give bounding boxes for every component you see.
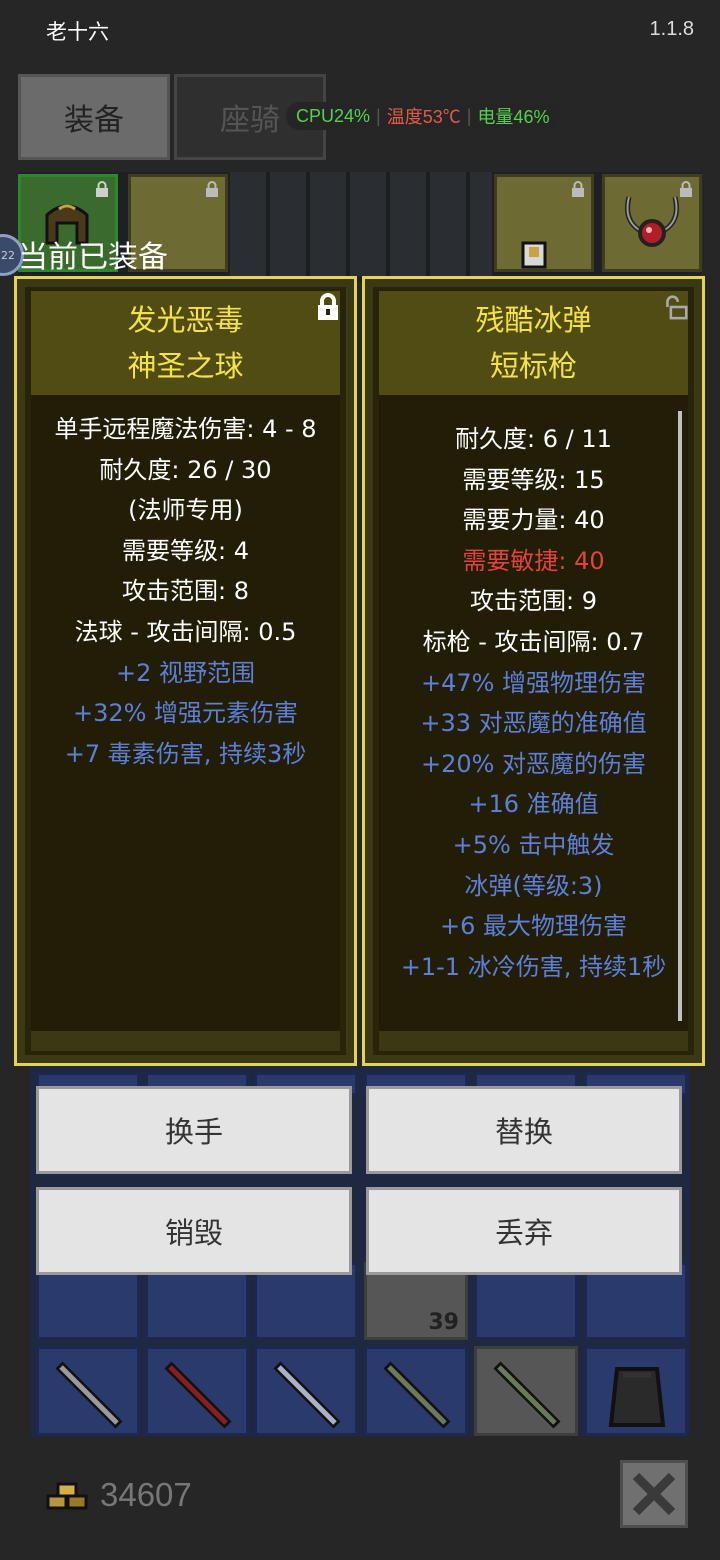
weapon-icon	[608, 1367, 666, 1427]
stat-line: +32% 增强元素伤害	[72, 699, 299, 728]
unlock-icon[interactable]	[664, 293, 688, 321]
close-icon	[632, 1472, 676, 1516]
stat-line: +7 毒素伤害, 持续3秒	[64, 739, 307, 768]
weapon-icon	[273, 1361, 341, 1429]
gold-amount: 34607	[100, 1476, 192, 1513]
stat-line: 冰弹(等级:3)	[464, 871, 603, 900]
card-footer	[379, 1031, 688, 1051]
stat-line: 耐久度: 26 / 30	[99, 455, 272, 484]
tab-equipment[interactable]: 装备	[18, 74, 170, 160]
equipment-slot-amulet[interactable]	[602, 174, 702, 272]
card-footer	[31, 1031, 340, 1051]
performance-overlay: CPU24% | 温度53℃ | 电量46%	[286, 102, 560, 130]
close-button[interactable]	[620, 1460, 688, 1528]
lock-icon	[206, 181, 218, 197]
item-name-line1: 残酷冰弹	[475, 303, 592, 337]
inventory-slot[interactable]	[36, 1346, 140, 1436]
stat-line: 攻击范围: 9	[470, 587, 597, 616]
separator: |	[466, 105, 472, 126]
item-name: 残酷冰弹 短标枪	[379, 291, 688, 395]
stat-line: +1-1 冰冷伤害, 持续1秒	[400, 952, 667, 981]
stat-line: +47% 增强物理伤害	[420, 668, 647, 697]
weapon-icon	[493, 1361, 561, 1429]
stat-line: 需要力量: 40	[462, 506, 605, 535]
stat-line: +2 视野范围	[115, 658, 255, 687]
stat-line: 标枪 - 攻击间隔: 0.7	[422, 627, 645, 656]
item-stats: 单手远程魔法伤害: 4 - 8 耐久度: 26 / 30 (法师专用) 需要等级: 4…	[31, 395, 340, 1033]
swap-hand-button[interactable]: 换手	[36, 1086, 352, 1174]
potion-icon	[521, 241, 547, 269]
gold-coins-icon	[46, 1482, 88, 1510]
app-version: 1.1.8	[649, 18, 694, 40]
selected-item-card: 残酷冰弹 短标枪 耐久度: 6 / 11 需要等级: 15 需要力量: 40 需要敏捷…	[362, 276, 705, 1066]
stat-line: +16 准确值	[468, 790, 599, 819]
inventory-slot[interactable]	[474, 1346, 578, 1436]
stat-line: +5% 击中触发	[452, 830, 615, 859]
inventory-slot[interactable]	[145, 1346, 249, 1436]
battery-level: 电量46%	[477, 107, 550, 127]
item-name-line2: 神圣之球	[127, 349, 244, 383]
stat-line: +6 最大物理伤害	[439, 912, 627, 941]
item-name-line1: 发光恶毒	[127, 303, 244, 337]
amulet-icon	[625, 196, 679, 247]
lock-icon	[572, 181, 584, 197]
separator: |	[376, 105, 381, 126]
item-name: 发光恶毒 神圣之球	[31, 291, 340, 395]
lock-icon	[96, 181, 108, 197]
equipped-label: 当前已装备	[18, 240, 168, 275]
stat-line: 需要敏捷: 40	[462, 546, 605, 575]
weapon-icon	[164, 1361, 232, 1429]
inventory-slot[interactable]	[584, 1346, 688, 1436]
equipment-slot-offhand[interactable]	[494, 174, 594, 272]
weapon-icon	[55, 1361, 123, 1429]
status-carrier: 老十六	[46, 20, 109, 44]
stat-line: 攻击范围: 8	[122, 577, 249, 606]
weapon-icon	[383, 1361, 451, 1429]
stat-line: 需要等级: 15	[462, 465, 605, 494]
discard-button[interactable]: 丢弃	[366, 1187, 682, 1275]
item-stats: 耐久度: 6 / 11 需要等级: 15 需要力量: 40 需要敏捷: 40 攻击范围:…	[379, 395, 688, 1033]
stat-line: +33 对恶魔的准确值	[420, 709, 647, 738]
item-name-line2: 短标枪	[489, 349, 577, 383]
cpu-usage: CPU24%	[296, 105, 371, 126]
inventory-slot[interactable]	[364, 1346, 468, 1436]
stat-line: 单手远程魔法伤害: 4 - 8	[54, 415, 317, 443]
inventory-slot[interactable]	[254, 1346, 358, 1436]
lock-icon[interactable]	[316, 293, 340, 321]
replace-button[interactable]: 替换	[366, 1086, 682, 1174]
item-stack-count: 39	[428, 1310, 459, 1335]
character-preview	[230, 172, 492, 276]
stat-line: (法师专用)	[128, 496, 243, 525]
stat-line: +20% 对恶魔的伤害	[420, 749, 647, 778]
stat-line: 耐久度: 6 / 11	[455, 425, 612, 453]
temperature: 温度53℃	[386, 107, 461, 127]
equipped-item-card: 发光恶毒 神圣之球 单手远程魔法伤害: 4 - 8 耐久度: 26 / 30 (法师…	[14, 276, 357, 1066]
stat-line: 法球 - 攻击间隔: 0.5	[74, 617, 297, 646]
scrollbar[interactable]	[678, 411, 682, 1021]
stat-line: 需要等级: 4	[122, 536, 249, 565]
destroy-button[interactable]: 销毁	[36, 1187, 352, 1275]
